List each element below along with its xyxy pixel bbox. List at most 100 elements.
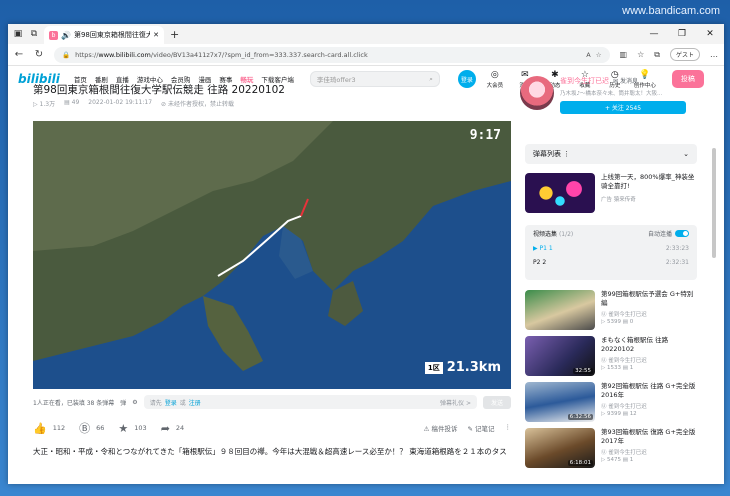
close-window-button[interactable]: ✕	[696, 24, 724, 44]
lock-icon: 🔒	[62, 50, 71, 59]
episode-list-title: 视频选集 (1/2)	[533, 231, 574, 238]
follow-button[interactable]: + 关注 2545	[560, 101, 686, 114]
video-player[interactable]: 9:17 1区 21.3km	[33, 121, 511, 389]
share-button[interactable]: ➦ 24	[161, 422, 185, 435]
map-video-frame	[33, 121, 511, 389]
thumbs-up-icon: 👍	[33, 421, 47, 435]
danmaku-prompt: 请先	[149, 399, 162, 407]
window-controls: — ❐ ✕	[640, 24, 724, 44]
recommend-item[interactable]: 6:18:01 第93回箱根駅伝 復路 G+完全版 2017年 Ⓤ 雀到今生打已…	[525, 428, 700, 468]
minimize-button[interactable]: —	[640, 24, 668, 44]
recommend-item[interactable]: 6:32:56 第92回箱根駅伝 往路 G+完全版 2016年 Ⓤ 雀到今生打已…	[525, 382, 700, 422]
ad-thumbnail	[525, 173, 595, 213]
more-actions-icon[interactable]: ⋮	[505, 423, 512, 433]
chevron-down-icon: ⌄	[683, 150, 689, 158]
episode-item[interactable]: P2 2 2:32:31	[533, 259, 689, 266]
danmaku-toggle-icon[interactable]: 弹	[120, 398, 126, 407]
share-count: 24	[175, 424, 185, 432]
danmaku-register-link[interactable]: 注册	[189, 398, 201, 407]
speaker-icon[interactable]: 🔊	[61, 31, 71, 40]
browser-tab[interactable]: b 🔊 第98回東京箱根間往復大学 ✕	[44, 26, 164, 44]
danmaku-count: ▤ 49	[64, 99, 80, 106]
section-label: 1区	[424, 361, 443, 374]
coin-icon: Ⓑ	[79, 422, 91, 435]
recommend-title: 第99回箱根駅伝予選会 G+特別編	[601, 290, 694, 307]
tab-actions-icon[interactable]: ⧉	[28, 28, 40, 40]
favorite-star-icon[interactable]: ☆	[596, 51, 602, 59]
share-arrow-icon: ➦	[160, 421, 170, 435]
send-message-link[interactable]: ✉ 发消息	[613, 78, 638, 85]
favorite-button[interactable]: ★ 103	[118, 422, 146, 435]
recommend-item[interactable]: 第99回箱根駅伝予選会 G+特別編 Ⓤ 雀到今生打已迟 ▷ 5399 ▤ 0	[525, 290, 700, 330]
danmaku-list-more-icon[interactable]: ⋮	[563, 150, 570, 158]
uploader-name[interactable]: 雀到今生打已迟	[560, 77, 609, 85]
recommend-stats: ▷ 9399 ▤ 12	[601, 410, 637, 417]
window-menu-icon[interactable]: ▣	[12, 28, 24, 40]
coin-count: 66	[96, 424, 105, 432]
uploader-avatar[interactable]	[520, 76, 554, 110]
recommend-stats: ▷ 5399 ▤ 0	[601, 318, 634, 325]
ad-title: 上线第一天，800%爆率_神装坐骑全靠打!	[601, 173, 695, 190]
view-count: ▷ 1.3万	[33, 101, 56, 108]
recommend-thumbnail: 32:55	[525, 336, 595, 376]
recommend-item[interactable]: 32:55 まもなく箱根駅伝 往路 20220102 Ⓤ 雀到今生打已迟 ▷ 1…	[525, 336, 700, 376]
refresh-icon[interactable]: ↻	[34, 49, 44, 60]
recommend-uploader: Ⓤ 雀到今生打已迟	[601, 403, 647, 410]
note-button[interactable]: ✎ 记笔记	[467, 423, 494, 433]
ad-source: 广告 猿来传奇	[601, 196, 636, 203]
recommend-thumbnail: 6:18:01	[525, 428, 595, 468]
episode-item[interactable]: ▶ P1 1 2:33:23	[533, 245, 689, 252]
coin-button[interactable]: Ⓑ 66	[79, 420, 104, 436]
danmaku-list-toggle[interactable]: 弹幕列表 ⋮ ⌄	[525, 144, 697, 164]
maximize-button[interactable]: ❐	[668, 24, 696, 44]
recommend-uploader: Ⓤ 雀到今生打已迟	[601, 311, 647, 318]
danmaku-input[interactable]: 请先 登录 或 注册 弹幕礼仪 >	[143, 395, 477, 409]
recommend-title: 第92回箱根駅伝 往路 G+完全版 2016年	[601, 382, 696, 399]
ad-card[interactable]: 上线第一天，800%爆率_神装坐骑全靠打! 广告 猿来传奇	[525, 173, 699, 213]
recommend-stats: ▷ 5475 ▤ 1	[601, 456, 634, 463]
recommend-duration: 6:32:56	[567, 414, 593, 420]
bandicam-watermark: www.bandicam.com	[622, 5, 720, 17]
address-bar-row: ← ↻ 🔒 https://www.bilibili.com/video/BV1…	[8, 44, 724, 66]
toggle-switch-icon	[675, 230, 689, 237]
read-aloud-icon[interactable]: A	[586, 51, 590, 59]
page-scrollbar[interactable]	[712, 148, 716, 258]
autoplay-toggle[interactable]: 自动连播	[648, 229, 689, 238]
danmaku-list-label: 弹幕列表	[533, 150, 561, 158]
url-field[interactable]: 🔒 https://www.bilibili.com/video/BV13a41…	[54, 46, 610, 63]
page-content: 第98回東京箱根間往復大学駅伝競走 往路 20220102 ▷ 1.3万 ▤ 4…	[8, 68, 724, 468]
more-menu-icon[interactable]: …	[710, 50, 718, 59]
danmaku-bar: 1人正在看，已装填 38 条弹幕 弹 ⚙ 请先 登录 或 注册 弹幕礼仪 > 发…	[33, 393, 511, 411]
episode-list: 视频选集 (1/2) 自动连播 ▶ P1 1 2:33:23 P2 2 2:32:3…	[525, 225, 697, 280]
video-title: 第98回東京箱根間往復大学駅伝競走 往路 20220102	[33, 84, 285, 96]
back-arrow-icon[interactable]: ←	[14, 49, 24, 60]
tab-close-icon[interactable]: ✕	[153, 31, 159, 39]
video-description: 大正・昭和・平成・令和とつながれてきた「箱根駅伝」９８回目の襷。今年は大混戦＆超…	[33, 447, 507, 456]
danmaku-etiquette-link[interactable]: 弹幕礼仪 >	[440, 398, 471, 407]
recommend-title: 第93回箱根駅伝 復路 G+完全版 2017年	[601, 428, 696, 445]
bilibili-favicon-icon: b	[49, 30, 58, 40]
new-tab-icon[interactable]: +	[170, 28, 179, 41]
send-danmaku-button[interactable]: 发送	[482, 395, 511, 409]
recommend-stats: ▷ 1533 ▤ 1	[601, 364, 634, 371]
danmaku-settings-icon[interactable]: ⚙	[132, 399, 137, 406]
copyright-notice: ⊘ 未经作者授权，禁止转载	[161, 101, 234, 108]
favorite-count: 103	[134, 424, 147, 432]
danmaku-login-link[interactable]: 登录	[165, 398, 177, 407]
tab-title: 第98回東京箱根間往復大学	[73, 31, 151, 39]
star-icon: ★	[118, 421, 129, 435]
report-button[interactable]: ⚠ 稿件投诉	[424, 423, 458, 433]
like-button[interactable]: 👍 112	[33, 422, 65, 435]
recommend-uploader: Ⓤ 雀到今生打已迟	[601, 357, 647, 364]
recommend-thumbnail	[525, 290, 595, 330]
tab-bar: ▣ ⧉ b 🔊 第98回東京箱根間往復大学 ✕ + — ❐ ✕	[8, 24, 724, 44]
split-screen-icon[interactable]: ▥	[620, 50, 628, 59]
race-clock: 9:17	[469, 128, 501, 143]
favorites-icon[interactable]: ☆	[637, 50, 644, 59]
profile-guest-button[interactable]: ゲスト	[669, 48, 700, 61]
collections-icon[interactable]: ⧉	[654, 50, 660, 60]
video-meta: ▷ 1.3万 ▤ 49 2022-01-02 19:11:17 ⊘ 未经作者授权…	[33, 99, 234, 108]
like-count: 112	[52, 424, 66, 432]
publish-date: 2022-01-02 19:11:17	[88, 99, 153, 106]
recommend-title: まもなく箱根駅伝 往路 20220102	[601, 336, 669, 353]
